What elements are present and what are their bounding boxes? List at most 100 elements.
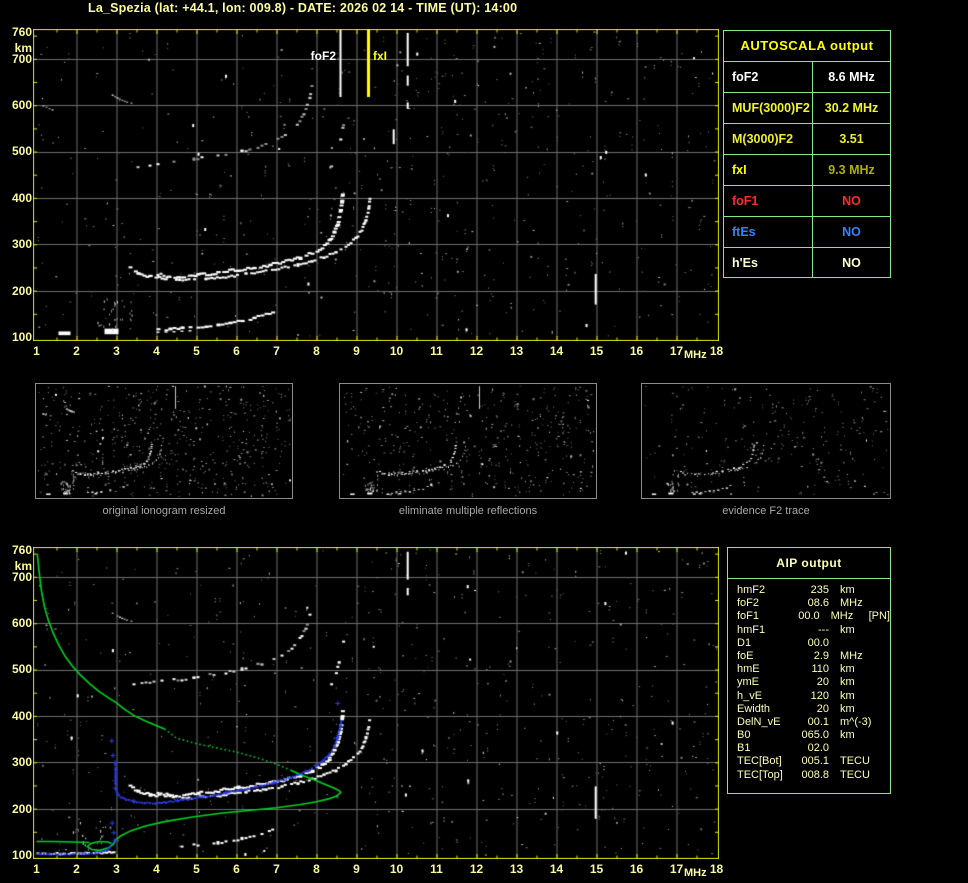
aip-row: TEC[Top] 008.8 TECU	[737, 769, 890, 782]
panel-original-ionogram	[35, 383, 293, 499]
aip-param: D1	[737, 636, 752, 649]
panel-caption-original: original ionogram resized	[102, 505, 226, 517]
autoscala-param: MUF(3000)F2	[724, 93, 813, 123]
aip-extra: [PN]	[868, 610, 890, 623]
aip-row: hmF2 235 km	[737, 584, 890, 597]
aip-value: 005.1	[801, 755, 829, 768]
y-tick-label: 300	[11, 237, 32, 251]
aip-unit: km	[840, 676, 855, 689]
aip-param: DelN_vE	[737, 715, 781, 728]
aip-unit: MHz	[840, 649, 863, 662]
station-title: La_Spezia (lat: +44.1, lon: 009.8) - DAT…	[88, 1, 518, 15]
x-tick-label: 15	[589, 862, 604, 876]
x-tick-label: 13	[509, 344, 524, 358]
aip-unit: km	[840, 584, 855, 596]
aip-row: foE 2.9 MHz	[737, 650, 890, 663]
autoscala-row: MUF(3000)F2 30.2 MHz	[724, 93, 890, 124]
aip-extra	[880, 742, 890, 755]
x-tick-label: 12	[469, 344, 484, 358]
autoscala-row: foF2 8.6 MHz	[724, 62, 890, 93]
autoscala-param: M(3000)F2	[724, 124, 813, 154]
x-tick-label: 2	[73, 344, 80, 358]
aip-extra	[880, 690, 890, 703]
y-tick-label: 100	[11, 330, 32, 344]
aip-param: hmF1	[737, 623, 766, 636]
aip-row: h_vE 120 km	[737, 690, 890, 703]
aip-extra	[880, 584, 890, 597]
x-tick-label: 1	[33, 344, 40, 358]
autoscala-param: h'Es	[724, 248, 813, 278]
aip-unit: MHz	[830, 610, 854, 623]
aip-param: h_vE	[737, 689, 763, 702]
aip-value: 120	[810, 689, 829, 702]
fof2-marker-label: foF2	[310, 49, 336, 63]
x-tick-label: 5	[193, 862, 200, 876]
aip-extra	[880, 703, 890, 716]
x-tick-label: 5	[193, 344, 200, 358]
y-tick-label: 500	[11, 662, 32, 676]
aip-extra	[880, 769, 890, 782]
aip-row: foF2 08.6 MHz	[737, 597, 890, 610]
autoscala-value: NO	[842, 194, 861, 208]
y-tick-label: 300	[11, 755, 32, 769]
aip-extra	[880, 729, 890, 742]
autoscala-table-title: AUTOSCALA output	[724, 31, 890, 62]
aip-param: hmE	[737, 663, 760, 676]
x-tick-label: 10	[389, 862, 404, 876]
fxi-marker-label: fxI	[373, 49, 388, 63]
aip-row: TEC[Bot] 005.1 TECU	[737, 755, 890, 768]
aip-unit: km	[840, 663, 855, 676]
aip-unit: TECU	[840, 768, 870, 781]
aip-param: foF1	[737, 610, 760, 623]
y-tick-label: 400	[11, 191, 32, 205]
aip-row: D1 00.0	[737, 637, 890, 650]
autoscala-app-window: { "title": "La_Spezia (lat: +44.1, lon: …	[0, 0, 968, 883]
aip-row: DelN_vE 00.1 m^(-3)	[737, 716, 890, 729]
x-tick-label: 2	[73, 862, 80, 876]
aip-param: Ewidth	[737, 702, 771, 715]
aip-param: ymE	[737, 676, 759, 689]
x-tick-label: 11	[430, 344, 443, 358]
y-axis-unit: km	[14, 559, 32, 573]
aip-unit: m^(-3)	[840, 715, 872, 728]
aip-param: TEC[Top]	[737, 768, 783, 781]
aip-unit: km	[840, 689, 855, 702]
y-tick-label: 500	[11, 144, 32, 158]
aip-unit: km	[840, 729, 855, 742]
x-tick-label: 13	[509, 862, 524, 876]
x-tick-label: 16	[629, 344, 644, 358]
autoscala-param: ftEs	[724, 217, 813, 247]
aip-value: 235	[810, 584, 829, 596]
autoscala-value: NO	[842, 225, 861, 239]
autoscala-value: 9.3 MHz	[828, 163, 875, 177]
autoscala-value: 8.6 MHz	[828, 70, 875, 84]
aip-table-title: AIP output	[728, 548, 890, 579]
aip-value: 110	[811, 663, 829, 676]
y-tick-label: 200	[11, 284, 32, 298]
panel-caption-evidence: evidence F2 trace	[722, 505, 810, 517]
aip-extra	[880, 597, 890, 610]
aip-extra	[880, 663, 890, 676]
panel-caption-eliminate: eliminate multiple reflections	[398, 505, 538, 517]
aip-row: B0 065.0 km	[737, 729, 890, 742]
autoscala-param: fxI	[724, 155, 813, 185]
aip-value: 02.0	[807, 742, 829, 755]
aip-extra	[880, 676, 890, 689]
aip-param: B1	[737, 742, 751, 755]
x-tick-label: 3	[113, 862, 120, 876]
aip-param: foE	[737, 649, 754, 662]
x-tick-label: 11	[430, 862, 443, 876]
y-tick-label: 100	[11, 848, 32, 862]
autoscala-value: NO	[842, 256, 861, 270]
aip-value: 00.1	[807, 715, 829, 728]
x-tick-label: 12	[469, 862, 484, 876]
aip-row: hmE 110 km	[737, 663, 890, 676]
aip-unit	[829, 637, 880, 650]
aip-value: 20	[816, 676, 829, 689]
autoscala-output-table: AUTOSCALA output foF2 8.6 MHz MUF(3000)F2 3…	[723, 30, 891, 278]
y-tick-label: 400	[11, 709, 32, 723]
x-tick-label: 8	[313, 344, 320, 358]
aip-value: 08.6	[807, 597, 829, 610]
x-tick-label: 4	[153, 862, 160, 876]
aip-row: ymE 20 km	[737, 676, 890, 689]
